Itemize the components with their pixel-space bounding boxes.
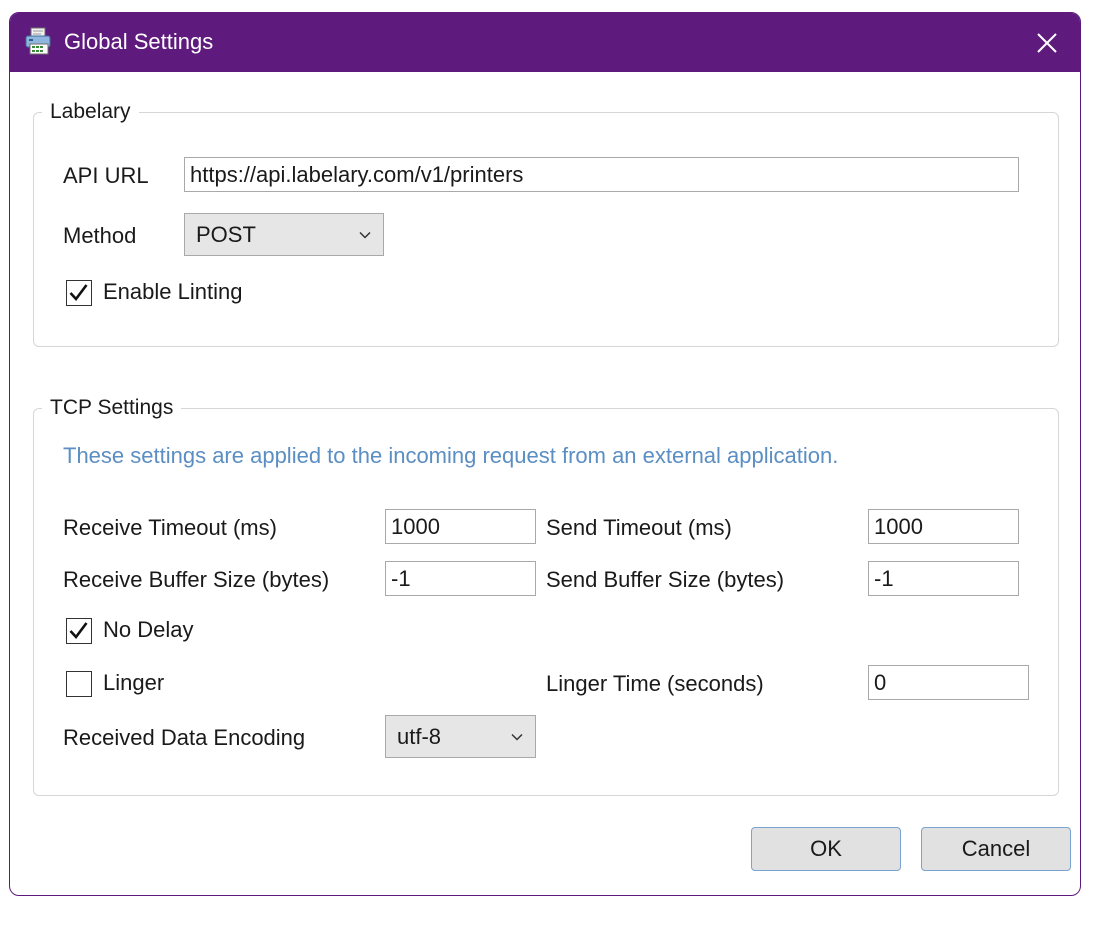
receive-buffer-input[interactable] xyxy=(385,561,536,596)
method-select[interactable]: POST xyxy=(184,213,384,256)
no-delay-checkbox[interactable] xyxy=(66,618,92,644)
linger-checkbox[interactable] xyxy=(66,671,92,697)
linger-label[interactable]: Linger xyxy=(103,669,164,697)
printer-icon xyxy=(25,27,51,55)
enable-linting-checkbox[interactable] xyxy=(66,280,92,306)
tcp-settings-legend: TCP Settings xyxy=(42,395,182,421)
method-label: Method xyxy=(63,223,137,248)
chevron-down-icon xyxy=(511,733,523,741)
api-url-input[interactable] xyxy=(184,157,1019,192)
encoding-select-value: utf-8 xyxy=(397,723,442,749)
enable-linting-label[interactable]: Enable Linting xyxy=(103,278,242,306)
receive-timeout-label: Receive Timeout (ms) xyxy=(63,515,277,540)
checkmark-icon xyxy=(69,622,88,640)
checkmark-icon xyxy=(69,284,88,302)
ok-button[interactable]: OK xyxy=(751,827,901,871)
send-timeout-input[interactable] xyxy=(868,509,1019,544)
window-title: Global Settings xyxy=(64,29,214,54)
tcp-info-text: These settings are applied to the incomi… xyxy=(63,443,839,468)
no-delay-label[interactable]: No Delay xyxy=(103,616,193,644)
send-buffer-input[interactable] xyxy=(868,561,1019,596)
send-timeout-label: Send Timeout (ms) xyxy=(546,515,732,540)
linger-time-label: Linger Time (seconds) xyxy=(546,671,764,696)
close-button[interactable] xyxy=(1014,13,1080,72)
close-icon xyxy=(1037,32,1057,53)
linger-time-input[interactable] xyxy=(868,665,1029,700)
labelary-group-legend: Labelary xyxy=(42,99,139,125)
method-select-value: POST xyxy=(196,221,256,247)
receive-buffer-label: Receive Buffer Size (bytes) xyxy=(63,567,330,592)
encoding-select[interactable]: utf-8 xyxy=(385,715,536,758)
send-buffer-label: Send Buffer Size (bytes) xyxy=(546,567,785,592)
chevron-down-icon xyxy=(359,231,371,239)
api-url-label: API URL xyxy=(63,163,149,188)
cancel-button[interactable]: Cancel xyxy=(921,827,1071,871)
receive-timeout-input[interactable] xyxy=(385,509,536,544)
title-bar[interactable]: Global Settings xyxy=(10,13,1080,72)
global-settings-dialog: Global Settings Labelary API URL Method … xyxy=(9,12,1081,896)
encoding-label: Received Data Encoding xyxy=(63,725,306,750)
